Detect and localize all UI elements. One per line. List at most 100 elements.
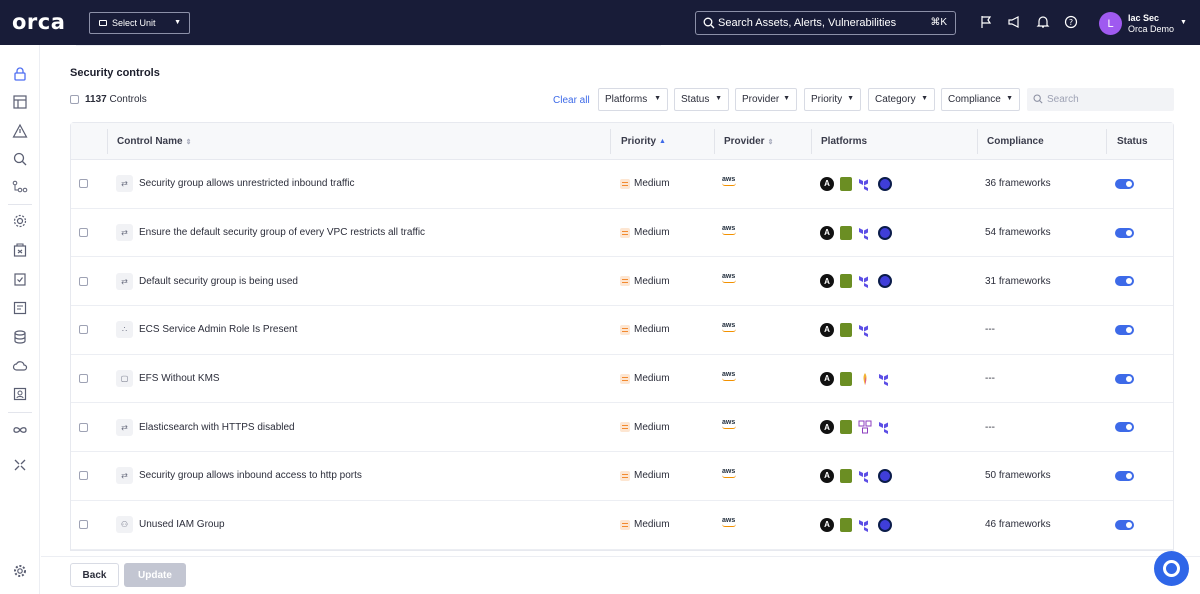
status-toggle[interactable] <box>1115 373 1134 384</box>
users-icon: ⚇ <box>116 516 133 534</box>
megaphone-icon[interactable] <box>1007 15 1021 29</box>
select-unit-dropdown[interactable]: Select Unit ▼ <box>89 12 190 34</box>
left-sidebar <box>0 45 40 594</box>
user-org[interactable]: Orca Demo <box>1128 24 1174 34</box>
search-icon <box>1033 94 1043 104</box>
filter-platforms[interactable]: Platforms ▼ <box>598 88 668 111</box>
status-cell <box>1115 209 1134 257</box>
status-cell <box>1115 403 1134 451</box>
column-priority[interactable]: Priority ▲ <box>615 123 666 160</box>
table-row[interactable]: ⇄ Elasticsearch with HTTPS disabled Mediu… <box>71 403 1173 453</box>
row-checkbox[interactable] <box>79 179 88 189</box>
provider-cell: aws <box>722 160 736 208</box>
row-checkbox-cell <box>79 209 88 257</box>
table-row[interactable]: ⇄ Default security group is being used Me… <box>71 257 1173 307</box>
priority-label: Medium <box>634 421 670 433</box>
column-compliance-label: Compliance <box>987 136 1044 147</box>
table-row[interactable]: ⚇ Unused IAM Group Medium aws A 46 framew… <box>71 500 1173 550</box>
alert-triangle-icon[interactable] <box>12 123 28 139</box>
chef-icon <box>840 371 852 386</box>
control-name[interactable]: Ensure the default security group of eve… <box>139 227 425 238</box>
table-row[interactable]: ⇄ Ensure the default security group of ev… <box>71 208 1173 258</box>
ansible-icon: A <box>820 322 834 337</box>
top-bar: orca Select Unit ▼ Search Assets, Alerts… <box>0 0 1200 45</box>
table-row[interactable]: ⇄ Security group allows inbound access to… <box>71 452 1173 501</box>
row-checkbox[interactable] <box>79 422 88 432</box>
row-checkbox[interactable] <box>79 374 88 384</box>
control-name[interactable]: Security group allows unrestricted inbou… <box>139 178 354 189</box>
infinity-icon[interactable] <box>12 422 28 438</box>
user-name[interactable]: Iac Sec <box>1128 13 1159 23</box>
provider-cell: aws <box>722 257 736 305</box>
filter-priority[interactable]: Priority ▼ <box>804 88 861 111</box>
column-separator <box>610 129 611 154</box>
lock-icon[interactable] <box>12 66 28 82</box>
report-icon[interactable] <box>12 300 28 316</box>
terraform-icon <box>879 422 888 435</box>
settings-icon[interactable] <box>12 563 28 579</box>
table-row[interactable]: ▢ EFS Without KMS Medium aws A --- <box>71 354 1173 404</box>
help-icon[interactable]: ? <box>1064 15 1078 29</box>
chef-icon <box>840 322 852 337</box>
filter-status[interactable]: Status ▼ <box>674 88 729 111</box>
row-checkbox[interactable] <box>79 276 88 286</box>
control-name[interactable]: ECS Service Admin Role Is Present <box>139 324 297 335</box>
graph-icon[interactable] <box>12 179 28 195</box>
chat-help-button[interactable] <box>1154 551 1189 586</box>
status-toggle[interactable] <box>1115 276 1134 287</box>
user-avatar[interactable]: L <box>1099 12 1122 35</box>
row-checkbox[interactable] <box>79 325 88 335</box>
package-icon[interactable] <box>12 242 28 258</box>
row-checkbox-cell <box>79 452 88 500</box>
status-toggle[interactable] <box>1115 470 1134 481</box>
caret-down-icon: ▼ <box>174 19 181 26</box>
column-provider[interactable]: Provider ⇕ <box>718 123 773 160</box>
clipboard-check-icon[interactable] <box>12 271 28 287</box>
row-checkbox[interactable] <box>79 228 88 238</box>
aws-icon: aws <box>722 371 736 381</box>
flag-icon[interactable] <box>979 15 993 29</box>
control-name[interactable]: Elasticsearch with HTTPS disabled <box>139 422 295 433</box>
compliance-cell: 31 frameworks <box>985 257 1051 305</box>
filter-provider[interactable]: Provider ▼ <box>735 88 797 111</box>
priority-cell: Medium <box>620 306 670 354</box>
row-checkbox[interactable] <box>79 520 88 530</box>
back-button[interactable]: Back <box>70 563 119 587</box>
column-control-name[interactable]: Control Name ⇕ <box>111 123 191 160</box>
control-name[interactable]: Default security group is being used <box>139 276 298 287</box>
table-row[interactable]: ⇄ Security group allows unrestricted inbo… <box>71 160 1173 209</box>
control-name[interactable]: Security group allows inbound access to … <box>139 470 362 481</box>
medium-priority-icon <box>620 178 630 189</box>
user-menu-caret-icon[interactable]: ▼ <box>1180 19 1187 26</box>
select-all-checkbox[interactable] <box>70 95 79 104</box>
row-checkbox[interactable] <box>79 471 88 481</box>
integrations-icon[interactable] <box>12 457 28 473</box>
search-icon[interactable] <box>12 151 28 167</box>
filter-category[interactable]: Category ▼ <box>868 88 935 111</box>
clear-all-link[interactable]: Clear all <box>553 95 590 106</box>
status-toggle[interactable] <box>1115 324 1134 335</box>
status-toggle[interactable] <box>1115 178 1134 189</box>
cloud-icon[interactable] <box>12 358 28 374</box>
status-toggle[interactable] <box>1115 422 1134 433</box>
controls-search-input[interactable]: Search <box>1027 88 1174 111</box>
status-cell <box>1115 160 1134 208</box>
filter-compliance[interactable]: Compliance ▼ <box>941 88 1020 111</box>
aws-icon: aws <box>722 273 736 284</box>
user-card-icon[interactable] <box>12 386 28 402</box>
database-icon[interactable] <box>12 329 28 345</box>
filter-priority-label: Priority <box>811 94 843 105</box>
control-name[interactable]: EFS Without KMS <box>139 373 220 384</box>
orca-logo[interactable]: orca <box>12 10 65 34</box>
update-button[interactable]: Update <box>124 563 186 587</box>
global-search-input[interactable]: Search Assets, Alerts, Vulnerabilities ⌘… <box>695 11 956 35</box>
control-name[interactable]: Unused IAM Group <box>139 519 225 530</box>
settings-cog-icon[interactable] <box>12 213 28 229</box>
table-row[interactable]: ∴ ECS Service Admin Role Is Present Mediu… <box>71 306 1173 355</box>
chef-icon <box>840 176 852 191</box>
table-icon[interactable] <box>12 94 28 110</box>
status-toggle[interactable] <box>1115 227 1134 238</box>
provider-cell: aws <box>722 501 736 549</box>
status-toggle[interactable] <box>1115 519 1134 530</box>
bell-icon[interactable] <box>1036 15 1050 29</box>
